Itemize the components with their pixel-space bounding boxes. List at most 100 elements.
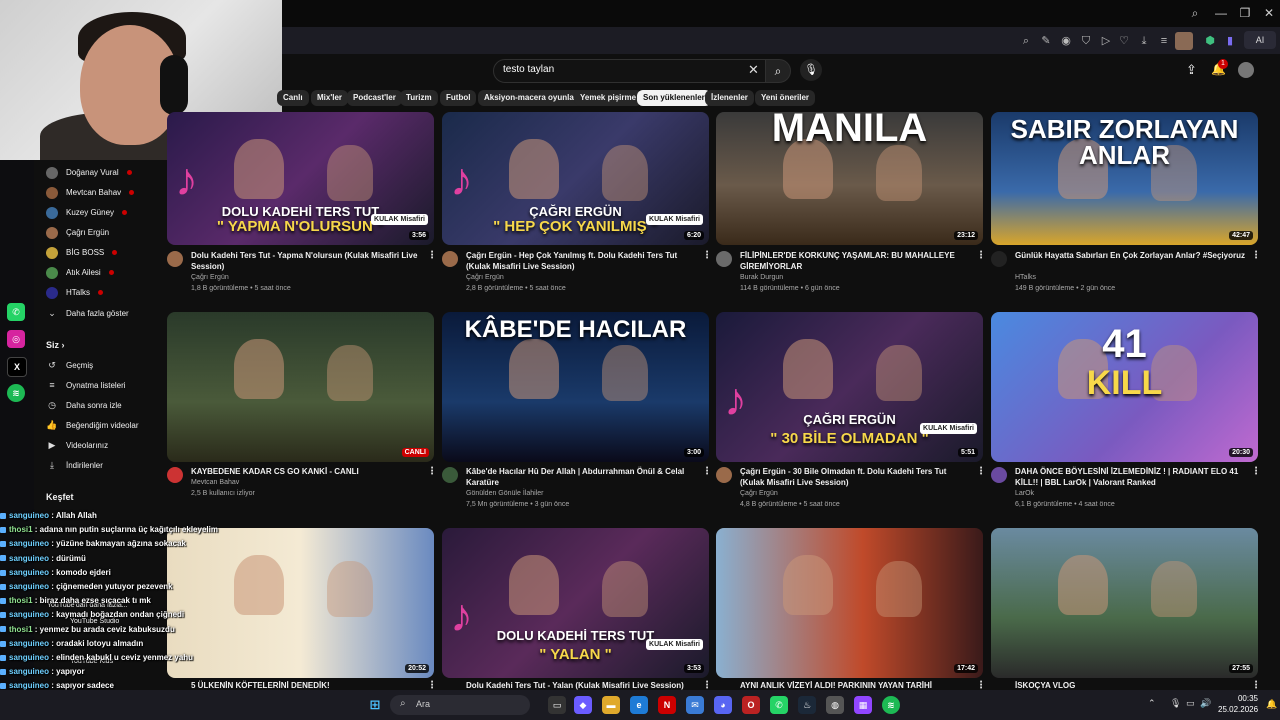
video-title[interactable]: Günlük Hayatta Sabırları En Çok Zorlayan… [1015, 250, 1247, 261]
subscription-item[interactable]: Kuzey Güney [46, 204, 128, 222]
extension-icon[interactable]: ⬢ [1202, 33, 1218, 49]
channel-name[interactable]: HTalks [1015, 273, 1036, 283]
more-options-icon[interactable]: ⋮ [1251, 466, 1261, 477]
show-more-button[interactable]: ⌄ Daha fazla göster [46, 304, 128, 322]
channel-avatar[interactable] [442, 251, 458, 267]
instagram-icon[interactable]: ◎ [7, 330, 25, 348]
channel-name[interactable]: LarOk [1015, 489, 1034, 499]
channel-name[interactable]: Burak Durgun [740, 273, 783, 283]
obs-icon[interactable]: ◍ [826, 696, 844, 714]
more-options-icon[interactable]: ⋮ [427, 250, 437, 261]
spotify-taskbar-icon[interactable]: ≋ [882, 696, 900, 714]
clear-icon[interactable]: ✕ [748, 62, 759, 78]
filter-chip[interactable]: Son yüklenenler [637, 90, 711, 106]
channel-avatar[interactable] [991, 251, 1007, 267]
subscription-item[interactable]: HTalks [46, 284, 104, 302]
video-title[interactable]: DAHA ÖNCE BÖYLESİNİ İZLEMEDİNİZ ! | RADI… [1015, 466, 1247, 488]
subscription-item[interactable]: Doğanay Vural [46, 164, 132, 182]
more-options-icon[interactable]: ⋮ [976, 466, 986, 477]
more-options-icon[interactable]: ⋮ [976, 250, 986, 261]
upload-icon[interactable]: ⇪ [1186, 62, 1197, 78]
more-options-icon[interactable]: ⋮ [702, 250, 712, 261]
microphone-tray-icon[interactable]: 🎙 [1170, 698, 1181, 709]
video-thumbnail[interactable]: 20:52 [167, 528, 434, 678]
channel-name[interactable]: Çağrı Ergün [740, 489, 778, 499]
profile-avatar[interactable] [1175, 32, 1193, 50]
filter-chip[interactable]: Yemek pişirme [574, 90, 643, 106]
wallet-icon[interactable]: ▮ [1222, 33, 1238, 49]
taskbar-search[interactable] [390, 695, 530, 715]
volume-icon[interactable]: 🔊 [1200, 698, 1211, 709]
tray-chevron-icon[interactable]: ⌃ [1148, 698, 1156, 709]
edge-icon[interactable]: e [630, 696, 648, 714]
you-item[interactable]: ▶ Videolarınız [46, 436, 109, 454]
steam-icon[interactable]: ♨ [798, 696, 816, 714]
subscription-item[interactable]: Atık Ailesi [46, 264, 114, 282]
edit-icon[interactable]: ✎ [1038, 33, 1054, 49]
ai-button[interactable]: AI [1244, 31, 1276, 49]
filter-chip[interactable]: Podcast'ler [347, 90, 402, 106]
mail-icon[interactable]: ✉ [686, 696, 704, 714]
video-title[interactable]: FİLİPİNLER'DE KORKUNÇ YAŞAMLAR: BU MAHAL… [740, 250, 972, 272]
filter-chip[interactable]: İzlenenler [705, 90, 754, 106]
video-thumbnail[interactable]: MANILA 23:12 [716, 112, 983, 245]
menu-icon[interactable]: ≡ [1156, 33, 1172, 49]
channel-avatar[interactable] [167, 467, 183, 483]
more-options-icon[interactable]: ⋮ [702, 466, 712, 477]
video-thumbnail[interactable]: ÇAĞRI ERGÜN " HEP ÇOK YANILMIŞ " KULAK Mis… [442, 112, 709, 245]
video-thumbnail[interactable]: DOLU KADEHİ TERS TUT " YALAN " KULAK Misaf… [442, 528, 709, 678]
video-thumbnail[interactable]: 27:55 [991, 528, 1258, 678]
camera-icon[interactable]: ◉ [1058, 33, 1074, 49]
download-icon[interactable]: ⤓ [1136, 33, 1152, 49]
you-item[interactable]: ≡ Oynatma listeleri [46, 376, 125, 394]
video-thumbnail[interactable]: SABIR ZORLAYAN ANLAR 42:47 [991, 112, 1258, 245]
video-title[interactable]: Çağrı Ergün - Hep Çok Yanılmış ft. Dolu … [466, 250, 698, 272]
account-avatar[interactable] [1238, 62, 1254, 78]
channel-name[interactable]: Mevtcan Bahav [191, 478, 239, 488]
more-options-icon[interactable]: ⋮ [427, 466, 437, 477]
filter-chip[interactable]: Aksiyon-macera oyunları [478, 90, 586, 106]
close-window-icon[interactable]: ✕ [1260, 5, 1278, 21]
channel-name[interactable]: Çağrı Ergün [466, 273, 504, 283]
whatsapp-icon[interactable]: ✆ [7, 303, 25, 321]
copilot-icon[interactable]: ◆ [574, 696, 592, 714]
video-title[interactable]: KAYBEDENE KADAR CS GO KANKİ - CANLI [191, 466, 423, 477]
you-section-header[interactable]: Siz › [46, 336, 65, 354]
filter-chip[interactable]: Futbol [440, 90, 477, 106]
clock[interactable]: 00:35 25.02.2026 [1218, 693, 1258, 715]
notification-bell-icon[interactable]: 🔔 [1266, 699, 1277, 710]
filter-chip[interactable]: Yeni öneriler [755, 90, 816, 106]
spotify-icon[interactable]: ≋ [7, 384, 25, 402]
windows-start-icon[interactable]: ⊞ [366, 696, 384, 714]
video-thumbnail[interactable]: ÇAĞRI ERGÜN " 30 BİLE OLMADAN " KULAK Misa… [716, 312, 983, 462]
opera-icon[interactable]: O [742, 696, 760, 714]
you-item[interactable]: 👍 Beğendiğim videolar [46, 416, 138, 434]
subscription-item[interactable]: Çağrı Ergün [46, 224, 109, 242]
filter-chip[interactable]: Turizm [400, 90, 438, 106]
task-view-icon[interactable]: ▭ [548, 696, 566, 714]
video-title[interactable]: Dolu Kadehi Ters Tut - Yapma N'olursun (… [191, 250, 423, 272]
video-thumbnail[interactable]: KÂBE'DE HACILAR 3:00 [442, 312, 709, 462]
video-title[interactable]: Çağrı Ergün - 30 Bile Olmadan ft. Dolu K… [740, 466, 972, 488]
minimize-icon[interactable]: — [1212, 5, 1230, 21]
you-item[interactable]: ↺ Geçmiş [46, 356, 93, 374]
microphone-icon[interactable]: 🎙 [800, 59, 822, 81]
filter-chip[interactable]: Mix'ler [311, 90, 349, 106]
you-item[interactable]: ◷ Daha sonra izle [46, 396, 122, 414]
subscription-item[interactable]: BİG BOSS [46, 244, 118, 262]
channel-name[interactable]: Gönülden Gönüle İlahiler [466, 489, 543, 499]
netflix-icon[interactable]: N [658, 696, 676, 714]
channel-avatar[interactable] [167, 251, 183, 267]
play-icon[interactable]: ▷ [1098, 33, 1114, 49]
twitch-icon[interactable]: ▦ [854, 696, 872, 714]
channel-avatar[interactable] [716, 467, 732, 483]
search-icon[interactable]: ⌕ [1186, 5, 1204, 21]
you-item[interactable]: ⤓ İndirilenler [46, 456, 103, 474]
search-button[interactable]: ⌕ [765, 59, 791, 83]
restore-icon[interactable]: ❐ [1236, 5, 1254, 21]
x-icon[interactable]: X [7, 357, 27, 377]
video-title[interactable]: Kâbe'de Hacılar Hû Der Allah | Abdurrahm… [466, 466, 698, 488]
network-icon[interactable]: ▭ [1186, 698, 1195, 709]
video-thumbnail[interactable]: 41 KILL 20:30 [991, 312, 1258, 462]
shield-icon[interactable]: ⛉ [1078, 33, 1094, 49]
